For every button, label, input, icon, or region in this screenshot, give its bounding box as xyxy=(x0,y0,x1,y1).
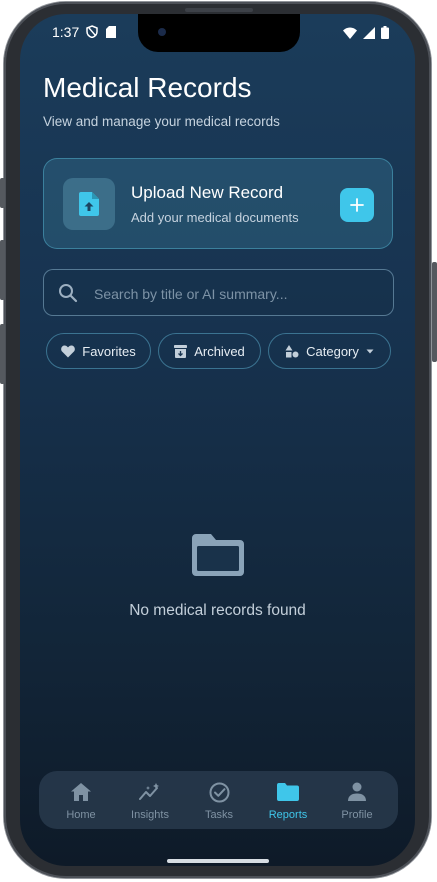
status-bar: 1:37 xyxy=(52,24,389,44)
tab-profile-label: Profile xyxy=(341,809,373,821)
bottom-tab-bar: Home Insights Tasks Reports Profile xyxy=(39,771,398,829)
folder-icon xyxy=(277,783,299,801)
heart-icon xyxy=(61,344,76,357)
upload-card-title: Upload New Record xyxy=(131,183,284,202)
insights-icon xyxy=(139,783,159,800)
file-upload-icon xyxy=(79,192,99,216)
speaker-grille xyxy=(185,8,253,12)
page-subtitle: View and manage your medical records xyxy=(43,114,280,129)
side-button-volume-up xyxy=(0,240,5,300)
search-icon xyxy=(59,284,78,303)
tab-insights[interactable]: Insights xyxy=(115,771,185,829)
tab-tasks-label: Tasks xyxy=(204,809,234,821)
tab-home-label: Home xyxy=(66,809,96,821)
add-record-button[interactable] xyxy=(340,188,374,222)
app-screen: 1:37 Medical Records View and manage you… xyxy=(20,14,415,866)
archive-icon xyxy=(174,344,188,358)
tab-home[interactable]: Home xyxy=(46,771,116,829)
side-button-volume-down xyxy=(0,324,5,384)
wifi-icon xyxy=(343,27,357,39)
filter-favorites-label: Favorites xyxy=(82,343,136,359)
filter-archived-chip[interactable]: Archived xyxy=(158,333,261,369)
home-icon xyxy=(71,783,91,801)
filter-archived-label: Archived xyxy=(194,343,245,359)
filter-favorites-chip[interactable]: Favorites xyxy=(46,333,151,369)
side-button-power xyxy=(432,262,437,362)
filter-category-label: Category xyxy=(306,343,359,359)
tab-profile[interactable]: Profile xyxy=(322,771,392,829)
status-icons-right xyxy=(343,26,389,39)
home-indicator[interactable] xyxy=(167,859,269,863)
status-icons-left xyxy=(86,25,116,38)
filter-category-dropdown[interactable]: Category xyxy=(268,333,391,369)
search-input[interactable] xyxy=(92,278,386,310)
page-title: Medical Records xyxy=(43,72,252,103)
shield-icon xyxy=(86,25,98,38)
search-bar xyxy=(43,269,394,316)
check-circle-icon xyxy=(209,782,229,802)
battery-icon xyxy=(381,26,389,39)
chevron-down-icon xyxy=(366,349,374,353)
upload-icon-box xyxy=(63,178,115,230)
tab-reports-label: Reports xyxy=(268,809,308,821)
tab-insights-label: Insights xyxy=(131,809,169,821)
plus-icon xyxy=(350,198,364,212)
folder-icon xyxy=(192,534,244,576)
upload-record-card[interactable]: Upload New Record Add your medical docum… xyxy=(43,158,393,249)
cell-signal-icon xyxy=(363,26,375,39)
category-icon xyxy=(285,344,299,357)
tab-reports[interactable]: Reports xyxy=(253,771,323,829)
side-button-silent xyxy=(0,178,5,208)
tab-tasks[interactable]: Tasks xyxy=(184,771,254,829)
empty-state-message: No medical records found xyxy=(129,602,306,619)
sd-card-icon xyxy=(106,25,116,38)
upload-card-subtitle: Add your medical documents xyxy=(131,210,299,225)
person-icon xyxy=(348,782,366,801)
status-time: 1:37 xyxy=(52,24,80,40)
